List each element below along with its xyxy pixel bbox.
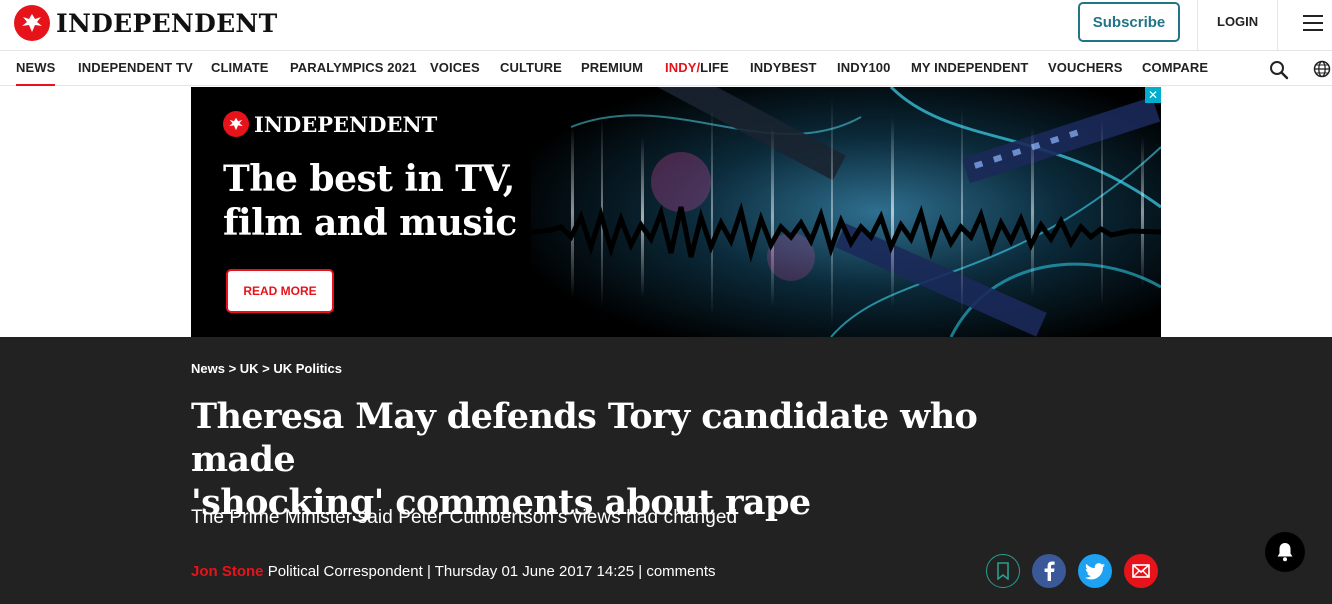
facebook-icon[interactable] [1032, 554, 1066, 588]
nav-item-climate[interactable]: CLIMATE [211, 52, 269, 86]
search-icon[interactable] [1269, 60, 1289, 85]
ad-logo-wordmark: INDEPENDENT [254, 111, 438, 137]
nav-item-vouchers[interactable]: VOUCHERS [1048, 52, 1122, 86]
nav-item-indy-prefix: INDY/ [665, 60, 701, 75]
headline-line1: Theresa May defends Tory candidate who m… [191, 396, 978, 480]
twitter-icon[interactable] [1078, 554, 1112, 588]
nav-item-indy-life[interactable]: INDY/LIFE [665, 52, 729, 86]
ad-headline: The best in TV, film and music [223, 157, 543, 245]
globe-icon[interactable] [1313, 60, 1331, 83]
advertisement-banner[interactable]: INDEPENDENT The best in TV, film and mus… [191, 87, 1161, 337]
publish-date: Thursday 01 June 2017 14:25 [434, 563, 635, 580]
article-standfirst: The Prime Minister said Peter Cuthbertso… [191, 507, 738, 528]
nav-item-paralympics[interactable]: PARALYMPICS 2021 [290, 52, 417, 86]
header-divider [1197, 0, 1198, 51]
eagle-logo-icon [14, 5, 50, 41]
nav-item-indy100[interactable]: INDY100 [837, 52, 890, 86]
nav-item-indy-suffix: LIFE [700, 60, 729, 75]
main-nav: NEWS INDEPENDENT TV CLIMATE PARALYMPICS … [0, 52, 1332, 86]
site-logo[interactable]: INDEPENDENT [14, 5, 277, 41]
byline-separator: | [426, 563, 435, 580]
nav-item-news[interactable]: NEWS [16, 52, 56, 86]
ad-filmstrip-art [531, 87, 1161, 337]
author-role: Political Correspondent [267, 563, 423, 580]
article-header: News > UK > UK Politics Theresa May defe… [0, 337, 1332, 604]
ad-headline-line1: The best in TV, [223, 158, 515, 200]
ad-read-more-button[interactable]: READ MORE [226, 269, 334, 313]
logo-wordmark: INDEPENDENT [56, 8, 278, 38]
article-headline: Theresa May defends Tory candidate who m… [191, 395, 1051, 524]
nav-item-compare[interactable]: COMPARE [1142, 52, 1208, 86]
nav-item-indybest[interactable]: INDYBEST [750, 52, 817, 86]
header-divider [1277, 0, 1278, 51]
nav-item-voices[interactable]: VOICES [430, 52, 480, 86]
site-header: INDEPENDENT Subscribe LOGIN [0, 0, 1332, 51]
ad-logo: INDEPENDENT [223, 111, 437, 137]
byline: Jon Stone Political Correspondent | Thur… [191, 563, 716, 580]
email-icon[interactable] [1124, 554, 1158, 588]
login-link[interactable]: LOGIN [1217, 14, 1258, 29]
subscribe-button[interactable]: Subscribe [1078, 2, 1180, 42]
nav-item-independent-tv[interactable]: INDEPENDENT TV [78, 52, 193, 86]
breadcrumb[interactable]: News > UK > UK Politics [191, 361, 342, 376]
bookmark-icon[interactable] [986, 554, 1020, 588]
hamburger-menu-icon[interactable] [1303, 15, 1323, 31]
eagle-logo-icon [223, 111, 249, 137]
nav-item-premium[interactable]: PREMIUM [581, 52, 643, 86]
nav-item-culture[interactable]: CULTURE [500, 52, 562, 86]
nav-item-my-independent[interactable]: MY INDEPENDENT [911, 52, 1028, 86]
ad-headline-line2: film and music [223, 202, 517, 244]
author-link[interactable]: Jon Stone [191, 563, 264, 580]
comments-link[interactable]: comments [646, 563, 715, 580]
ad-close-icon[interactable]: ✕ [1145, 87, 1161, 103]
notification-bell-icon[interactable] [1265, 532, 1305, 572]
